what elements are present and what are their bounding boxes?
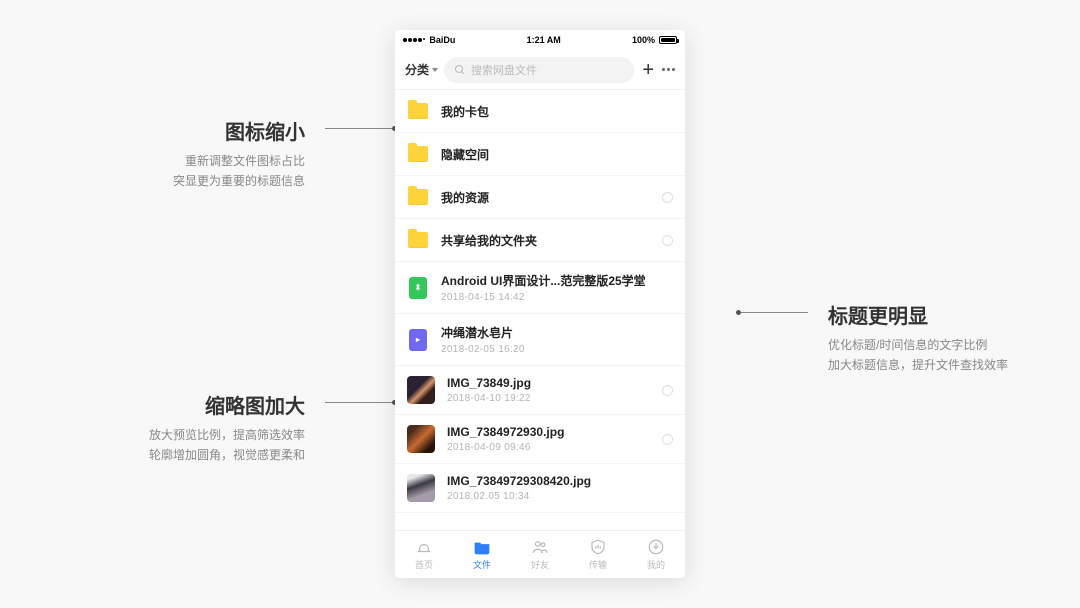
download-icon bbox=[647, 538, 665, 556]
callout-desc: 优化标题/时间信息的文字比例 加大标题信息，提升文件查找效率 bbox=[828, 335, 1008, 376]
tab-label: 首页 bbox=[415, 558, 433, 571]
document-icon: ▸ bbox=[407, 329, 429, 351]
shield-icon bbox=[589, 538, 607, 556]
file-name: 我的资源 bbox=[441, 189, 650, 206]
category-label: 分类 bbox=[405, 61, 429, 78]
folder-icon bbox=[473, 538, 491, 556]
file-date: 2018-02-05 16:20 bbox=[441, 344, 673, 355]
tab-bar: 首页 文件 好友 传输 我的 bbox=[395, 530, 685, 578]
file-meta: 我的资源 bbox=[441, 189, 650, 206]
document-icon: ⬍ bbox=[407, 277, 429, 299]
file-meta: 共享给我的文件夹 bbox=[441, 232, 650, 249]
callout-line bbox=[325, 402, 395, 403]
tab-label: 传输 bbox=[589, 558, 607, 571]
select-circle[interactable] bbox=[662, 192, 673, 203]
image-thumbnail bbox=[407, 474, 435, 502]
file-row[interactable]: IMG_73849.jpg 2018-04-10 19:22 bbox=[395, 366, 685, 415]
folder-icon bbox=[407, 186, 429, 208]
cloud-icon bbox=[415, 538, 433, 556]
more-button[interactable] bbox=[662, 68, 675, 71]
search-icon bbox=[454, 64, 466, 76]
chevron-down-icon bbox=[432, 68, 438, 72]
search-placeholder: 搜索网盘文件 bbox=[471, 62, 537, 78]
file-list[interactable]: 我的卡包隐藏空间我的资源共享给我的文件夹 ⬍ Android UI界面设计...范完… bbox=[395, 90, 685, 530]
file-row[interactable]: ⬍ Android UI界面设计...范完整版25学堂 2018-04-15 14:… bbox=[395, 262, 685, 314]
callout-title: 缩略图加大 bbox=[149, 390, 305, 419]
file-meta: IMG_7384972930.jpg 2018-04-09 09:46 bbox=[447, 425, 650, 453]
file-name: 冲绳潜水皂片 bbox=[441, 324, 673, 341]
battery-icon bbox=[659, 36, 677, 44]
file-name: IMG_7384972930.jpg bbox=[447, 425, 650, 439]
select-circle[interactable] bbox=[662, 235, 673, 246]
status-bar: BaiDu 1:21 AM 100% bbox=[395, 30, 685, 50]
file-row[interactable]: 我的资源 bbox=[395, 176, 685, 219]
folder-icon bbox=[407, 100, 429, 122]
file-row[interactable]: 共享给我的文件夹 bbox=[395, 219, 685, 262]
friends-icon bbox=[531, 538, 549, 556]
file-row[interactable]: 隐藏空间 bbox=[395, 133, 685, 176]
signal-dots-icon bbox=[403, 38, 425, 42]
file-row[interactable]: 我的卡包 bbox=[395, 90, 685, 133]
top-bar: 分类 搜索网盘文件 + bbox=[395, 50, 685, 90]
tab-friends[interactable]: 好友 bbox=[511, 531, 569, 578]
callout-thumbnail-bigger: 缩略图加大 放大预览比例，提高筛选效率 轮廓增加圆角，视觉感更柔和 bbox=[120, 390, 395, 466]
file-name: IMG_73849.jpg bbox=[447, 376, 650, 390]
image-thumbnail bbox=[407, 425, 435, 453]
add-button[interactable]: + bbox=[640, 60, 656, 80]
phone-frame: BaiDu 1:21 AM 100% 分类 搜索网盘文件 + 我的卡包隐藏空间我… bbox=[395, 30, 685, 578]
file-meta: IMG_73849729308420.jpg 2018.02.05 10:34 bbox=[447, 474, 673, 502]
folder-icon bbox=[407, 229, 429, 251]
select-circle[interactable] bbox=[662, 385, 673, 396]
select-circle[interactable] bbox=[662, 434, 673, 445]
callout-line bbox=[738, 312, 808, 313]
callout-desc: 放大预览比例，提高筛选效率 轮廓增加圆角，视觉感更柔和 bbox=[149, 425, 305, 466]
file-date: 2018-04-09 09:46 bbox=[447, 442, 650, 453]
tab-label: 文件 bbox=[473, 558, 491, 571]
file-row[interactable]: ▸ 冲绳潜水皂片 2018-02-05 16:20 bbox=[395, 314, 685, 366]
callout-title: 图标缩小 bbox=[173, 116, 305, 145]
tab-home[interactable]: 首页 bbox=[395, 531, 453, 578]
tab-label: 我的 bbox=[647, 558, 665, 571]
callout-desc: 重新调整文件图标占比 突显更为重要的标题信息 bbox=[173, 151, 305, 192]
clock: 1:21 AM bbox=[527, 35, 561, 45]
file-name: 隐藏空间 bbox=[441, 146, 673, 163]
file-name: Android UI界面设计...范完整版25学堂 bbox=[441, 272, 673, 289]
callout-title: 标题更明显 bbox=[828, 300, 1008, 329]
file-meta: 我的卡包 bbox=[441, 103, 673, 120]
file-name: IMG_73849729308420.jpg bbox=[447, 474, 673, 488]
file-meta: Android UI界面设计...范完整版25学堂 2018-04-15 14:4… bbox=[441, 272, 673, 303]
file-date: 2018.02.05 10:34 bbox=[447, 491, 673, 502]
file-meta: 冲绳潜水皂片 2018-02-05 16:20 bbox=[441, 324, 673, 355]
tab-mine[interactable]: 我的 bbox=[627, 531, 685, 578]
file-date: 2018-04-10 19:22 bbox=[447, 393, 650, 404]
callout-title-prominent: 标题更明显 优化标题/时间信息的文字比例 加大标题信息，提升文件查找效率 bbox=[688, 300, 1008, 376]
callout-line bbox=[325, 128, 395, 129]
callout-icon-smaller: 图标缩小 重新调整文件图标占比 突显更为重要的标题信息 bbox=[120, 116, 395, 192]
file-name: 共享给我的文件夹 bbox=[441, 232, 650, 249]
file-row[interactable]: IMG_7384972930.jpg 2018-04-09 09:46 bbox=[395, 415, 685, 464]
folder-icon bbox=[407, 143, 429, 165]
tab-label: 好友 bbox=[531, 558, 549, 571]
image-thumbnail bbox=[407, 376, 435, 404]
carrier-label: BaiDu bbox=[429, 35, 455, 45]
tab-transfer[interactable]: 传输 bbox=[569, 531, 627, 578]
file-date: 2018-04-15 14:42 bbox=[441, 292, 673, 303]
file-row[interactable]: IMG_73849729308420.jpg 2018.02.05 10:34 bbox=[395, 464, 685, 513]
battery-percent: 100% bbox=[632, 35, 655, 45]
file-meta: 隐藏空间 bbox=[441, 146, 673, 163]
file-name: 我的卡包 bbox=[441, 103, 673, 120]
category-button[interactable]: 分类 bbox=[405, 61, 438, 78]
file-meta: IMG_73849.jpg 2018-04-10 19:22 bbox=[447, 376, 650, 404]
search-input[interactable]: 搜索网盘文件 bbox=[444, 57, 634, 83]
tab-files[interactable]: 文件 bbox=[453, 531, 511, 578]
